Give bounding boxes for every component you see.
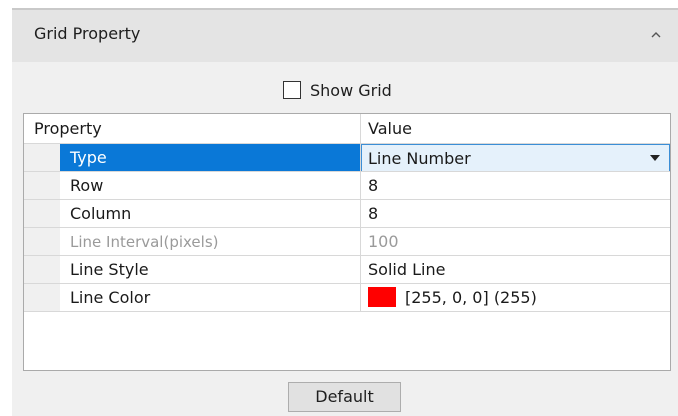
row-indent	[24, 228, 60, 255]
property-row-row[interactable]: Row 8	[24, 172, 670, 200]
property-name: Line Style	[70, 260, 149, 279]
row-indent	[24, 256, 60, 283]
property-name-cell[interactable]: Row	[24, 172, 361, 200]
property-value[interactable]: Solid Line	[361, 256, 670, 284]
property-row-line-color[interactable]: Line Color [255, 0, 0] (255)	[24, 284, 670, 312]
row-indent	[24, 144, 60, 171]
property-name-cell[interactable]: Type	[24, 144, 361, 172]
property-name-cell[interactable]: Line Style	[24, 256, 361, 284]
property-value: 100	[361, 228, 670, 256]
property-grid: Property Value Type Line Number Row 8 Co…	[23, 113, 671, 371]
row-indent	[24, 284, 60, 311]
property-name: Row	[70, 176, 104, 195]
property-name-cell[interactable]: Line Interval(pixels)	[24, 228, 361, 256]
property-value-cell[interactable]: [255, 0, 0] (255)	[361, 284, 670, 312]
type-dropdown-value: Line Number	[368, 149, 471, 168]
default-button[interactable]: Default	[288, 382, 401, 412]
show-grid-control[interactable]: Show Grid	[283, 79, 392, 101]
color-value: [255, 0, 0] (255)	[405, 288, 537, 307]
column-header-value[interactable]: Value	[361, 114, 670, 144]
property-value-cell[interactable]: Line Number	[361, 144, 670, 172]
property-row-column[interactable]: Column 8	[24, 200, 670, 228]
property-row-type[interactable]: Type Line Number	[24, 144, 670, 172]
panel-title: Grid Property	[34, 24, 141, 43]
type-dropdown[interactable]: Line Number	[361, 144, 670, 171]
show-grid-checkbox[interactable]	[283, 81, 301, 99]
row-indent	[24, 172, 60, 199]
property-grid-header: Property Value	[24, 114, 670, 144]
property-name: Line Color	[70, 288, 151, 307]
property-name: Column	[70, 204, 132, 223]
panel-header[interactable]: Grid Property	[12, 10, 678, 62]
property-name-cell[interactable]: Line Color	[24, 284, 361, 312]
column-header-property[interactable]: Property	[24, 114, 361, 144]
dropdown-arrow-icon[interactable]	[650, 155, 660, 162]
property-value[interactable]: 8	[361, 200, 670, 228]
property-name: Line Interval(pixels)	[70, 233, 219, 251]
property-row-line-interval[interactable]: Line Interval(pixels) 100	[24, 228, 670, 256]
property-name: Type	[70, 148, 107, 167]
row-indent	[24, 200, 60, 227]
show-grid-label[interactable]: Show Grid	[310, 81, 392, 100]
color-swatch[interactable]	[368, 287, 396, 307]
grid-property-panel: Grid Property Show Grid Property Value T…	[12, 10, 678, 416]
chevron-up-icon[interactable]	[648, 27, 664, 43]
property-row-line-style[interactable]: Line Style Solid Line	[24, 256, 670, 284]
property-name-cell[interactable]: Column	[24, 200, 361, 228]
property-value[interactable]: 8	[361, 172, 670, 200]
